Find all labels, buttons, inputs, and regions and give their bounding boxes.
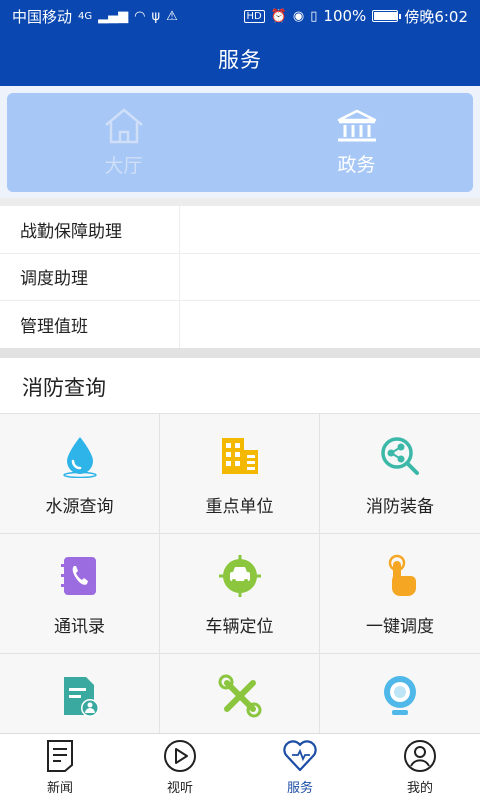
grid-item-water-source[interactable]: 水源查询 <box>0 414 160 534</box>
grid-item-contacts[interactable]: 通讯录 <box>0 534 160 654</box>
warning-icon: ⚠ <box>166 8 178 24</box>
webcam-icon <box>384 676 416 715</box>
play-icon <box>164 739 196 772</box>
hall-gov-switcher-area: 大厅 政务 <box>0 86 480 198</box>
grid-item-fire-equipment[interactable]: 消防装备 <box>320 414 480 534</box>
list-item-duty-management[interactable]: 管理值班 <box>0 301 480 349</box>
carrier-text: 中国移动 <box>12 7 73 26</box>
bottom-navigation: 新闻 视听 服务 我的 <box>0 733 480 800</box>
grid-item-label: 一键调度 <box>366 617 434 637</box>
signal-icon: 4G <box>78 10 93 22</box>
hd-icon: HD <box>243 9 265 23</box>
tab-government[interactable]: 政务 <box>240 93 473 192</box>
clock: 傍晚6:02 <box>404 7 468 26</box>
assistant-list: 战勤保障助理 调度助理 管理值班 <box>0 206 480 349</box>
tap-hand-icon <box>388 554 416 596</box>
list-item-logistics-assistant[interactable]: 战勤保障助理 <box>0 206 480 254</box>
divider <box>0 348 480 358</box>
grid-item-label: 通讯录 <box>54 617 105 637</box>
section-title-fire-query: 消防查询 <box>22 376 106 400</box>
grid-item-label: 车辆定位 <box>205 617 274 637</box>
signal-bars-icon: ▂▄▆ <box>98 8 129 24</box>
grid-item-label: 重点单位 <box>205 497 274 517</box>
tab-hall[interactable]: 大厅 <box>7 93 240 192</box>
nav-news-label: 新闻 <box>46 780 73 796</box>
grid-item-one-key-dispatch[interactable]: 一键调度 <box>320 534 480 654</box>
grid-item-tools[interactable] <box>160 654 320 733</box>
location-icon: ◉ <box>292 8 305 24</box>
grid-item-webcam[interactable] <box>320 654 480 733</box>
document-user-icon <box>63 677 99 717</box>
app-header: 服务 <box>0 32 480 86</box>
tab-hall-label: 大厅 <box>104 155 143 177</box>
government-building-icon <box>337 109 376 142</box>
nav-me-label: 我的 <box>406 780 433 796</box>
vibrate-icon: ▯ <box>310 8 318 24</box>
nav-service[interactable]: 服务 <box>240 734 360 800</box>
user-icon <box>404 739 436 772</box>
vehicle-location-icon <box>218 555 261 597</box>
news-icon <box>47 739 73 772</box>
alarm-icon: ⏰ <box>270 8 287 24</box>
heart-icon <box>283 739 317 771</box>
nav-service-label: 服务 <box>286 780 313 796</box>
divider <box>0 198 480 206</box>
list-item-label: 战勤保障助理 <box>0 206 180 253</box>
list-item-dispatch-assistant[interactable]: 调度助理 <box>0 253 480 301</box>
nav-me[interactable]: 我的 <box>360 734 480 800</box>
list-item-label: 调度助理 <box>0 253 180 300</box>
house-icon <box>104 108 143 144</box>
tab-government-label: 政务 <box>337 154 376 176</box>
tools-icon <box>218 674 261 718</box>
nav-media-label: 视听 <box>166 780 193 796</box>
nav-media[interactable]: 视听 <box>120 734 240 800</box>
grid-item-key-units[interactable]: 重点单位 <box>160 414 320 534</box>
wifi-icon: ◠ <box>134 8 146 24</box>
water-drop-icon <box>62 437 97 478</box>
list-item-label: 管理值班 <box>0 301 180 349</box>
page-title: 服务 <box>218 48 262 72</box>
grid-item-label: 水源查询 <box>45 497 114 517</box>
status-bar: 中国移动 4G ▂▄▆ ◠ ψ ⚠ HD ⏰ ◉ ▯ 100% 傍晚6:02 <box>0 0 480 32</box>
nav-news[interactable]: 新闻 <box>0 734 120 800</box>
grid-item-label: 消防装备 <box>366 497 434 517</box>
battery-icon <box>372 10 402 22</box>
usb-icon: ψ <box>151 8 161 24</box>
building-icon <box>221 438 258 474</box>
search-molecule-icon <box>381 437 419 475</box>
grid-item-document-user[interactable] <box>0 654 160 733</box>
battery-percent: 100% <box>323 7 367 25</box>
phone-book-icon <box>60 557 96 595</box>
grid-item-vehicle-location[interactable]: 车辆定位 <box>160 534 320 654</box>
fire-query-grid: 水源查询 重点单位 消防装备 通讯录 车辆定位 一键调度 <box>0 413 480 733</box>
hall-gov-switcher: 大厅 政务 <box>7 93 473 192</box>
